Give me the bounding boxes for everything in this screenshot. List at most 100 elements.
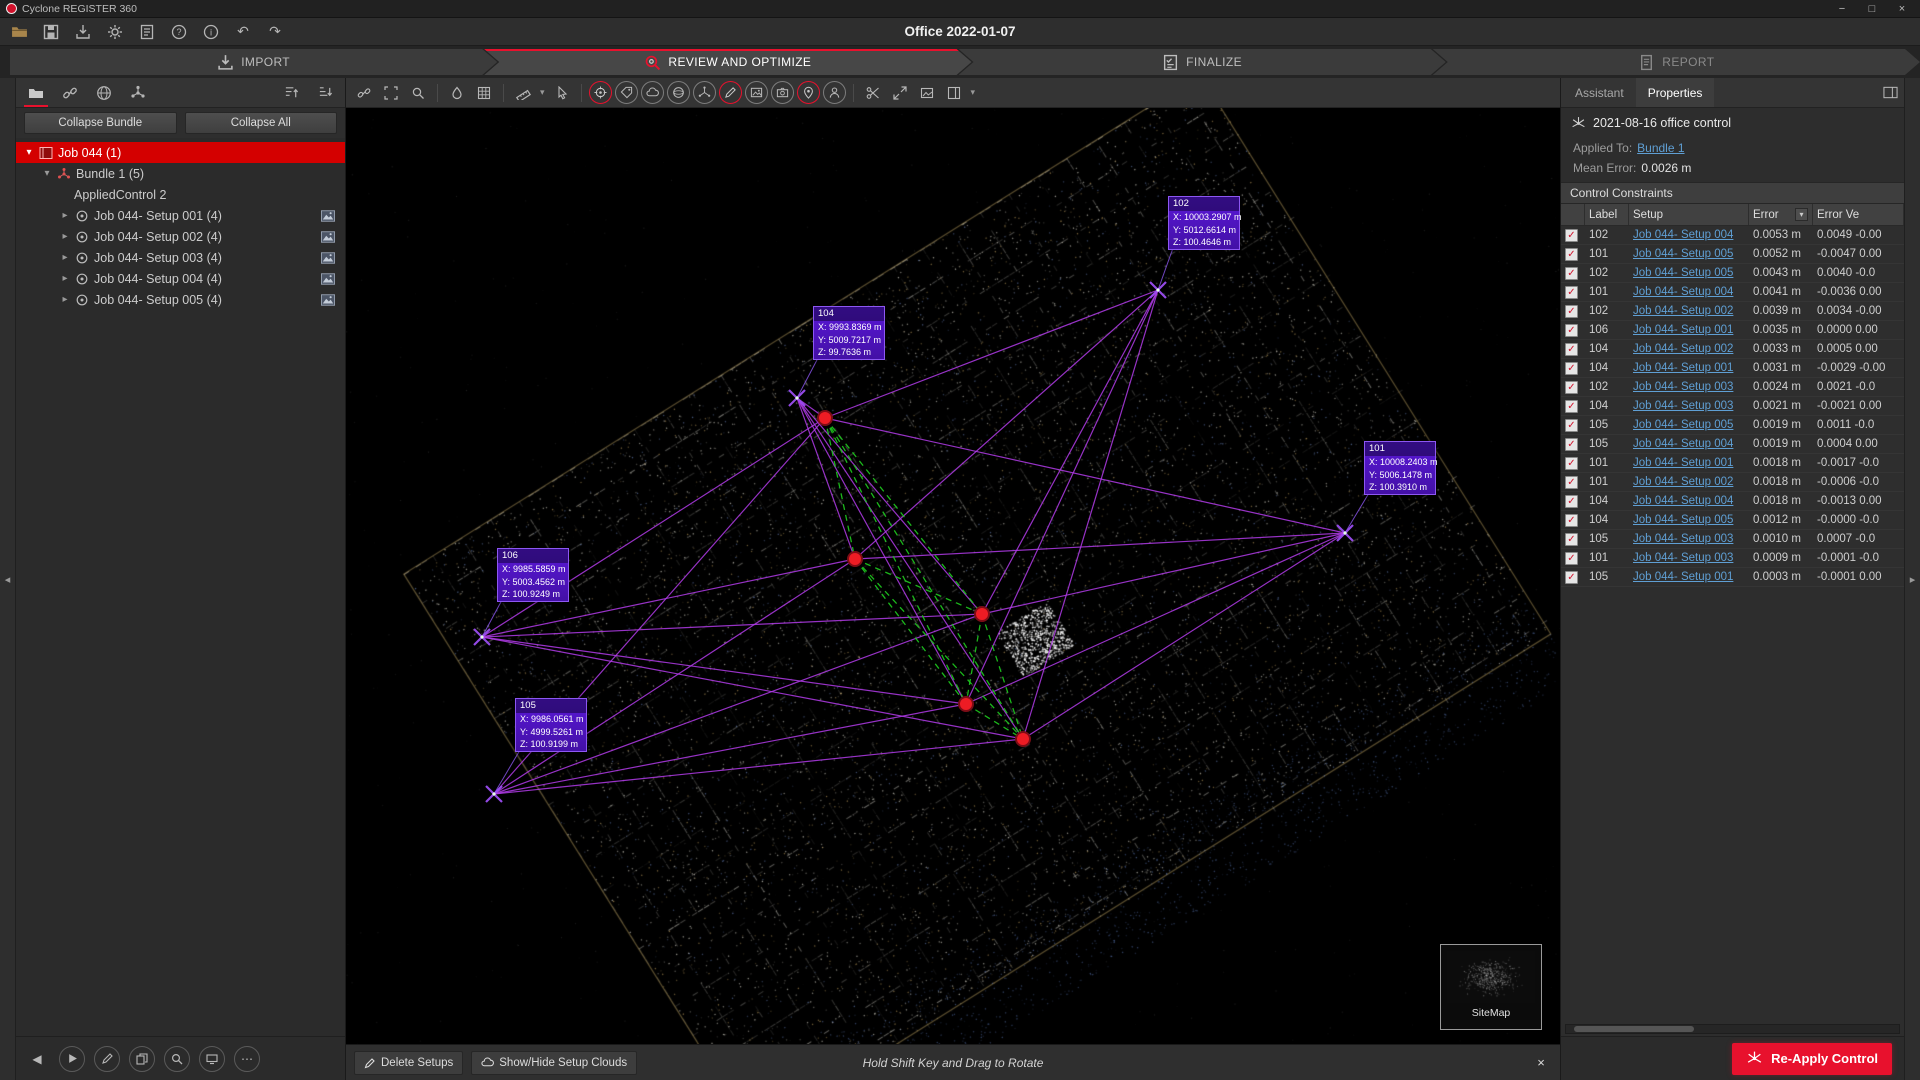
panel-layout-icon[interactable] <box>1878 81 1902 105</box>
layout-dropdown-caret[interactable]: ▾ <box>969 87 978 98</box>
more-options-button[interactable]: ⋯ <box>234 1046 260 1072</box>
applied-to-bundle-link[interactable]: Bundle 1 <box>1637 141 1684 155</box>
setup-node[interactable] <box>959 697 973 711</box>
duplicate-button[interactable] <box>129 1046 155 1072</box>
maximize-button[interactable]: □ <box>1858 1 1886 17</box>
caret-icon[interactable]: ▸ <box>60 273 70 284</box>
split-cut-icon[interactable] <box>861 81 885 105</box>
workflow-tab-import[interactable]: IMPORT <box>10 49 497 75</box>
caret-icon[interactable]: ▸ <box>60 231 70 242</box>
constraint-setup-link[interactable]: Job 044- Setup 004 <box>1633 286 1733 298</box>
col-setup[interactable]: Setup <box>1629 204 1749 225</box>
tab-properties[interactable]: Properties <box>1636 78 1715 107</box>
target-tool-ring[interactable] <box>589 81 612 104</box>
constraint-setup-link[interactable]: Job 044- Setup 002 <box>1633 305 1733 317</box>
constraint-setup-link[interactable]: Job 044- Setup 001 <box>1633 324 1733 336</box>
copy-link-icon[interactable] <box>352 81 376 105</box>
display-button[interactable] <box>199 1046 225 1072</box>
settings-gear-icon[interactable] <box>104 21 126 43</box>
tree-item-setup[interactable]: ▸Job 044- Setup 003 (4) <box>16 247 345 268</box>
reapply-control-button[interactable]: Re-Apply Control <box>1732 1043 1892 1075</box>
constraint-setup-link[interactable]: Job 044- Setup 003 <box>1633 552 1733 564</box>
search-button[interactable] <box>164 1046 190 1072</box>
tree-item-setup[interactable]: ▸Job 044- Setup 001 (4) <box>16 205 345 226</box>
frame-view-icon[interactable] <box>379 81 403 105</box>
delete-setups-button[interactable]: Delete Setups <box>354 1051 463 1075</box>
show-hide-setup-clouds-button[interactable]: Show/Hide Setup Clouds <box>471 1051 637 1075</box>
constraint-checkbox[interactable]: ✓ <box>1565 438 1578 451</box>
layout-panels-icon[interactable] <box>942 81 966 105</box>
grid-icon[interactable] <box>472 81 496 105</box>
tree-item-setup[interactable]: ▸Job 044- Setup 005 (4) <box>16 289 345 310</box>
save-project-icon[interactable] <box>40 21 62 43</box>
constraint-checkbox[interactable]: ✓ <box>1565 305 1578 318</box>
image-tool-ring[interactable] <box>745 81 768 104</box>
constraint-setup-link[interactable]: Job 044- Setup 002 <box>1633 476 1733 488</box>
constraint-checkbox[interactable]: ✓ <box>1565 495 1578 508</box>
constraint-checkbox[interactable]: ✓ <box>1565 419 1578 432</box>
scrollbar-thumb[interactable] <box>1574 1026 1694 1032</box>
collapse-all-button[interactable]: Collapse All <box>185 112 338 134</box>
constraint-setup-link[interactable]: Job 044- Setup 003 <box>1633 381 1733 393</box>
workflow-tab-finalize[interactable]: FINALIZE <box>959 49 1446 75</box>
col-error-vector[interactable]: Error Ve <box>1813 204 1904 225</box>
caret-icon[interactable]: ▸ <box>60 294 70 305</box>
constraint-checkbox[interactable]: ✓ <box>1565 476 1578 489</box>
close-window-button[interactable]: × <box>1888 1 1916 17</box>
constraint-checkbox[interactable]: ✓ <box>1565 229 1578 242</box>
collapse-right-panel-handle[interactable]: ▸ <box>1904 78 1920 1080</box>
tree-item-bundle[interactable]: ▾ Bundle 1 (5) <box>16 163 345 184</box>
report-list-icon[interactable] <box>136 21 158 43</box>
caret-icon[interactable]: ▾ <box>42 168 52 179</box>
caret-icon[interactable]: ▸ <box>60 210 70 221</box>
redo-icon[interactable]: ↷ <box>264 21 286 43</box>
constraint-checkbox[interactable]: ✓ <box>1565 248 1578 261</box>
tab-bundles[interactable] <box>122 78 154 107</box>
caret-icon[interactable]: ▾ <box>24 147 34 158</box>
caret-icon[interactable]: ▸ <box>60 252 70 263</box>
collapse-bundle-button[interactable]: Collapse Bundle <box>24 112 177 134</box>
undo-icon[interactable]: ↶ <box>232 21 254 43</box>
edit-pencil-button[interactable] <box>94 1046 120 1072</box>
constraint-setup-link[interactable]: Job 044- Setup 005 <box>1633 514 1733 526</box>
constraint-checkbox[interactable]: ✓ <box>1565 267 1578 280</box>
setup-node[interactable] <box>818 411 832 425</box>
constraint-setup-link[interactable]: Job 044- Setup 004 <box>1633 229 1733 241</box>
tab-geotags[interactable] <box>88 78 120 107</box>
constraint-checkbox[interactable]: ✓ <box>1565 381 1578 394</box>
collapse-left-panel-handle[interactable]: ◂ <box>0 78 16 1080</box>
constraint-checkbox[interactable]: ✓ <box>1565 571 1578 584</box>
constraint-setup-link[interactable]: Job 044- Setup 004 <box>1633 438 1733 450</box>
constraint-setup-link[interactable]: Job 044- Setup 003 <box>1633 533 1733 545</box>
constraint-checkbox[interactable]: ✓ <box>1565 324 1578 337</box>
tree-item-job[interactable]: ▾ Job 044 (1) <box>16 142 345 163</box>
color-mode-icon[interactable] <box>445 81 469 105</box>
previous-button[interactable]: ◀ <box>24 1046 50 1072</box>
info-icon[interactable]: i <box>200 21 222 43</box>
tab-project-explorer[interactable] <box>20 78 52 107</box>
zoom-region-icon[interactable] <box>406 81 430 105</box>
sort-ascending-icon[interactable] <box>275 78 307 107</box>
play-button[interactable] <box>59 1046 85 1072</box>
sitemap-widget[interactable]: SiteMap <box>1440 944 1542 1030</box>
constraint-checkbox[interactable]: ✓ <box>1565 400 1578 413</box>
constraint-checkbox[interactable]: ✓ <box>1565 343 1578 356</box>
cloud-tool-ring[interactable] <box>641 81 664 104</box>
expand-view-icon[interactable] <box>888 81 912 105</box>
constraint-checkbox[interactable]: ✓ <box>1565 286 1578 299</box>
tree-item-applied-control[interactable]: AppliedControl 2 <box>16 184 345 205</box>
setup-node[interactable] <box>848 552 862 566</box>
measure-dropdown-caret[interactable]: ▾ <box>538 87 547 98</box>
tag-tool-ring[interactable] <box>615 81 638 104</box>
help-icon[interactable]: ? <box>168 21 190 43</box>
setup-node[interactable] <box>1016 732 1030 746</box>
col-error[interactable]: Error▾ <box>1749 204 1813 225</box>
geotag-tool-ring[interactable] <box>797 81 820 104</box>
import-data-icon[interactable] <box>72 21 94 43</box>
constraint-setup-link[interactable]: Job 044- Setup 002 <box>1633 343 1733 355</box>
constraint-checkbox[interactable]: ✓ <box>1565 533 1578 546</box>
constraint-setup-link[interactable]: Job 044- Setup 001 <box>1633 571 1733 583</box>
constraint-checkbox[interactable]: ✓ <box>1565 362 1578 375</box>
constraints-hscrollbar[interactable] <box>1565 1024 1900 1034</box>
constraint-checkbox[interactable]: ✓ <box>1565 457 1578 470</box>
